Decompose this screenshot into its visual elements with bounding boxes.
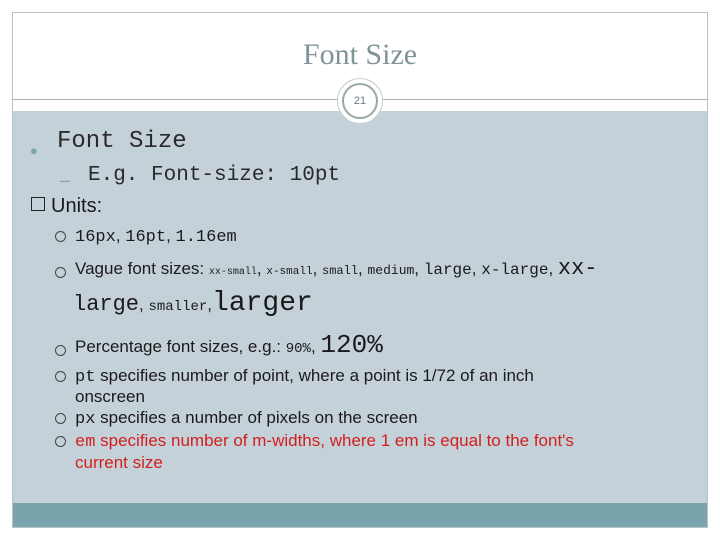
slide-title: Font Size — [302, 38, 418, 71]
ring-bullet-icon — [55, 413, 66, 424]
px-definition: px specifies a number of pixels on the s… — [75, 408, 418, 429]
units-label: Units: — [51, 195, 103, 217]
code-px: px — [75, 410, 96, 429]
size-xx-large: xx- — [557, 256, 598, 281]
pt-definition: pt specifies number of point, where a po… — [75, 366, 534, 387]
heading-bullet: Font Size — [57, 128, 187, 155]
percentage-sizes: Percentage font sizes, e.g.: 90%, 120% — [75, 330, 383, 360]
vague-sizes-line2: large, smaller,larger — [73, 288, 313, 319]
vague-sizes-line1: Vague font sizes: xx-small, x-small, sma… — [75, 256, 598, 281]
unit-em: 1.16em — [175, 228, 237, 247]
ring-bullet-icon — [55, 345, 66, 356]
unit-pt: 16pt — [125, 228, 167, 247]
em-definition-cont: current size — [75, 453, 163, 472]
size-smaller: smaller — [148, 299, 208, 315]
footer-bar — [13, 503, 707, 527]
bullet-units-list: 16px, 16pt, 1.16em — [75, 226, 237, 247]
ring-bullet-icon — [55, 371, 66, 382]
unit-px: 16px — [75, 228, 116, 247]
size-medium: medium — [367, 263, 415, 278]
slide-number: 21 — [342, 83, 378, 119]
size-90-percent: 90% — [285, 341, 311, 357]
size-x-small: x-small — [266, 266, 313, 278]
size-large: large — [423, 261, 472, 279]
bullet-dot-icon: ● — [30, 143, 38, 158]
ring-bullet-icon — [55, 267, 66, 278]
size-small: small — [322, 264, 359, 278]
size-120-percent: 120% — [320, 330, 383, 360]
box-bullet-icon — [31, 197, 45, 211]
ring-bullet-icon — [55, 231, 66, 242]
em-definition: em specifies number of m-widths, where 1… — [75, 431, 574, 452]
ring-bullet-icon — [55, 436, 66, 447]
size-xx-large-cont: large — [73, 292, 140, 317]
code-pt: pt — [75, 368, 96, 387]
example-bullet: E.g. Font-size: 10pt — [88, 164, 341, 187]
size-larger: larger — [212, 288, 313, 319]
size-xx-small: xx-small — [208, 267, 257, 278]
code-em: em — [75, 433, 96, 452]
dash-icon: – — [60, 170, 71, 190]
size-x-large: x-large — [481, 261, 549, 279]
pt-definition-cont: onscreen — [75, 387, 145, 406]
